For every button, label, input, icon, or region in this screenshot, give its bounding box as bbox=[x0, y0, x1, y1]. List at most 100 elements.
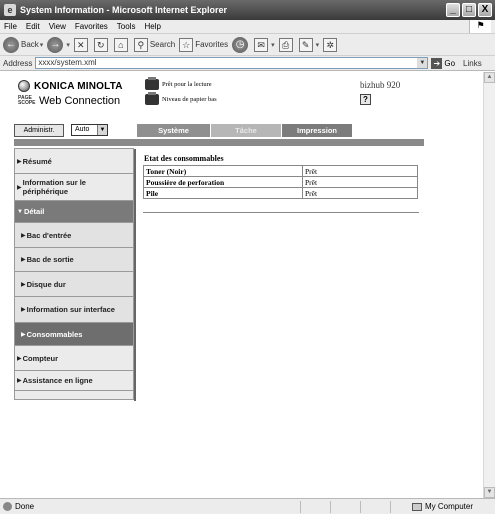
maximize-button[interactable]: □ bbox=[462, 3, 476, 17]
menu-tools[interactable]: Tools bbox=[117, 22, 136, 31]
computer-icon bbox=[412, 502, 422, 511]
status-cell: Prêt bbox=[302, 165, 418, 177]
zone-text: My Computer bbox=[425, 502, 474, 511]
sidebar-item-counter[interactable]: ▶ Compteur bbox=[15, 346, 133, 371]
search-label: Search bbox=[149, 40, 176, 49]
history-icon: ◷ bbox=[232, 36, 249, 53]
table-row: Poussière de perforation Prêt bbox=[143, 176, 418, 188]
minimize-button[interactable]: _ bbox=[446, 3, 460, 17]
sidebar-item-label: Compteur bbox=[22, 353, 59, 363]
menu-file[interactable]: File bbox=[4, 22, 17, 31]
ie-icon: e bbox=[4, 4, 16, 16]
close-button[interactable]: X bbox=[478, 3, 492, 17]
sidebar-item-input-tray[interactable]: ▶ Bac d'entrée bbox=[15, 223, 133, 248]
mode-value: Auto bbox=[75, 126, 90, 133]
status-cell: Prêt bbox=[302, 176, 418, 188]
print-button[interactable]: ⎙ bbox=[278, 37, 295, 52]
sidebar-item-label: Résumé bbox=[22, 156, 52, 166]
sidebar-shadow bbox=[134, 149, 136, 401]
triangle-right-icon: ▶ bbox=[21, 281, 26, 288]
windows-logo-icon: ⚑ bbox=[469, 20, 491, 33]
model-name: bizhub 920 bbox=[360, 80, 401, 90]
status-done: Done bbox=[3, 502, 34, 511]
menu-help[interactable]: Help bbox=[144, 22, 160, 31]
menu-view[interactable]: View bbox=[49, 22, 66, 31]
sidebar-item-hard-disk[interactable]: ▶ Disque dur bbox=[15, 272, 133, 297]
menu-edit[interactable]: Edit bbox=[26, 22, 40, 31]
vertical-scrollbar[interactable]: ▲ ▼ bbox=[483, 72, 495, 498]
sidebar-item-label: Disque dur bbox=[26, 279, 66, 289]
triangle-right-icon: ▶ bbox=[21, 232, 26, 239]
messenger-button[interactable]: ✲ bbox=[323, 37, 339, 52]
menu-bar: File Edit View Favorites Tools Help ⚑ bbox=[0, 20, 495, 34]
home-button[interactable]: ⌂ bbox=[113, 37, 130, 52]
chevron-down-icon[interactable]: ▼ bbox=[417, 58, 428, 68]
edit-button[interactable]: ✎ ▾ bbox=[298, 37, 320, 52]
status-paper-low: Niveau de papier bas bbox=[145, 92, 217, 105]
edit-icon: ✎ bbox=[298, 37, 313, 52]
go-arrow-icon: ➔ bbox=[431, 57, 443, 69]
tab-bar: Système Tâche Impression bbox=[137, 124, 353, 137]
status-ready: Prêt pour la lecture bbox=[145, 77, 212, 90]
refresh-icon: ↻ bbox=[93, 37, 108, 52]
tab-tache[interactable]: Tâche bbox=[211, 124, 281, 137]
consumables-table: Toner (Noir) Prêt Poussière de perforati… bbox=[143, 165, 418, 199]
scroll-up-icon[interactable]: ▲ bbox=[484, 72, 495, 83]
favorites-label: Favorites bbox=[195, 40, 229, 49]
sidebar-item-device-info[interactable]: ▶ Information sur le périphérique bbox=[15, 174, 133, 201]
content-divider bbox=[143, 212, 419, 213]
forward-button[interactable]: → ▾ bbox=[47, 36, 70, 53]
sidebar-item-online-help[interactable]: ▶ Assistance en ligne bbox=[15, 371, 133, 391]
links-button[interactable]: Links bbox=[463, 59, 482, 68]
scroll-down-icon[interactable]: ▼ bbox=[484, 487, 495, 498]
window-title: System Information - Microsoft Internet … bbox=[20, 5, 228, 15]
address-input[interactable]: xxxx/system.xml ▼ bbox=[35, 57, 429, 69]
sidebar-item-consumables[interactable]: ▶ Consommables bbox=[15, 323, 133, 346]
printer-icon: ⎙ bbox=[278, 37, 293, 52]
sidebar-item-resume[interactable]: ▶ Résumé bbox=[15, 149, 133, 174]
sidebar-item-detail[interactable]: ▼ Détail bbox=[15, 201, 133, 223]
sidebar-item-output-tray[interactable]: ▶ Bac de sortie bbox=[15, 248, 133, 272]
help-button[interactable]: ? bbox=[360, 94, 371, 105]
tab-impression[interactable]: Impression bbox=[282, 124, 352, 137]
table-row: Pile Prêt bbox=[143, 187, 418, 199]
security-zone: My Computer bbox=[412, 502, 473, 511]
stop-button[interactable]: ✕ bbox=[73, 37, 90, 52]
sidebar-item-label: Bac de sortie bbox=[26, 255, 74, 264]
mail-button[interactable]: ✉ ▾ bbox=[254, 37, 275, 52]
back-label: Back bbox=[21, 40, 39, 49]
tab-systeme[interactable]: Système bbox=[137, 124, 210, 137]
tab-underline bbox=[14, 139, 424, 146]
stop-icon: ✕ bbox=[73, 37, 88, 52]
pagescope-label: PAGE SCOPE bbox=[18, 95, 36, 106]
sidebar-item-label: Information sur le périphérique bbox=[22, 178, 86, 196]
back-button[interactable]: ← Back ▾ bbox=[3, 36, 43, 53]
chevron-down-icon: ▾ bbox=[315, 41, 320, 49]
triangle-right-icon: ▶ bbox=[17, 355, 22, 362]
web-connection-logo: PAGE SCOPE Web Connection bbox=[18, 95, 120, 107]
sidebar: ▶ Résumé ▶ Information sur le périphériq… bbox=[14, 148, 134, 400]
triangle-right-icon: ▶ bbox=[21, 307, 26, 313]
web-connection-label: Web Connection bbox=[39, 95, 121, 107]
printer-icon bbox=[145, 77, 159, 90]
sidebar-item-label: Assistance en ligne bbox=[22, 376, 93, 385]
sidebar-item-label: Consommables bbox=[26, 329, 83, 339]
go-button[interactable]: ➔ Go bbox=[431, 57, 455, 69]
sidebar-item-label: Bac d'entrée bbox=[26, 230, 72, 240]
chevron-down-icon: ▼ bbox=[97, 125, 107, 135]
triangle-right-icon: ▶ bbox=[21, 257, 26, 263]
mode-select[interactable]: Auto ▼ bbox=[71, 124, 108, 136]
status-divider bbox=[330, 501, 331, 513]
admin-button[interactable]: Administr. bbox=[14, 124, 64, 137]
history-button[interactable]: ◷ bbox=[232, 36, 250, 53]
status-bar: Done My Computer bbox=[0, 498, 495, 514]
menu-favorites[interactable]: Favorites bbox=[75, 22, 108, 31]
search-button[interactable]: ⚲ Search bbox=[133, 37, 176, 52]
sidebar-item-interface-info[interactable]: ▶ Information sur interface bbox=[15, 297, 133, 323]
favorites-button[interactable]: ☆ Favorites bbox=[179, 37, 229, 52]
address-bar: Address xxxx/system.xml ▼ ➔ Go Links bbox=[0, 56, 495, 71]
refresh-button[interactable]: ↻ bbox=[93, 37, 110, 52]
status-divider bbox=[300, 501, 301, 513]
status-ready-text: Prêt pour la lecture bbox=[162, 81, 212, 88]
konica-minolta-logo: KONICA MINOLTA bbox=[18, 80, 123, 92]
